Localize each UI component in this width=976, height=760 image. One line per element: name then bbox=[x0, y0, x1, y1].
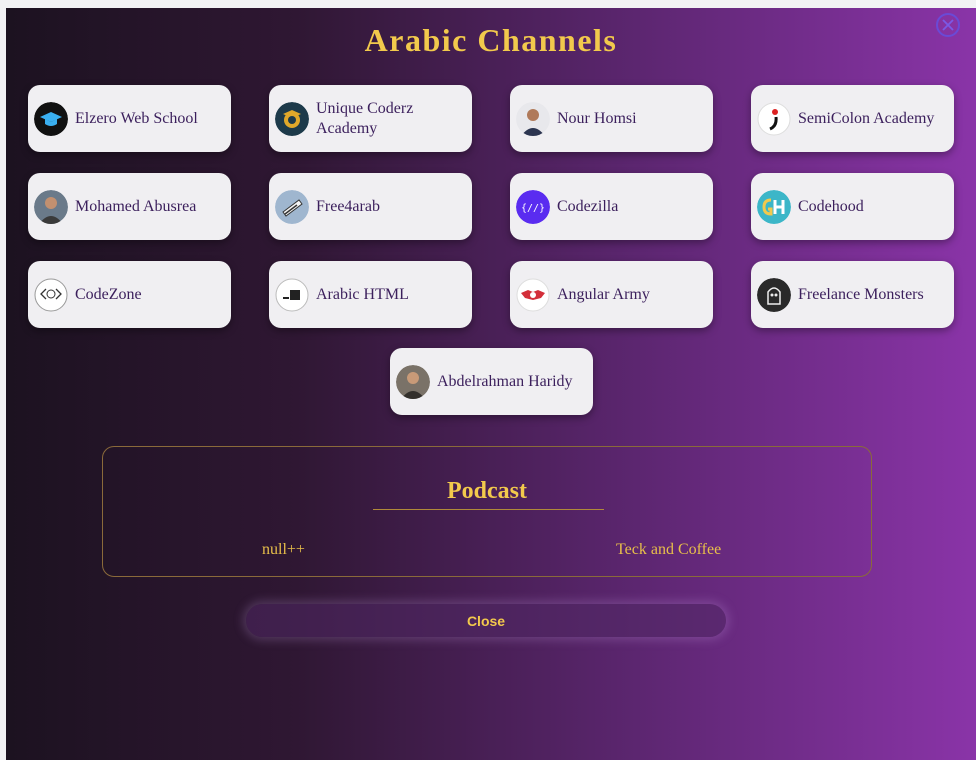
channel-name: Unique Coderz Academy bbox=[316, 99, 414, 137]
channel-name: Mohamed Abusrea bbox=[75, 197, 197, 215]
podcast-link-teck-and-coffee[interactable]: Teck and Coffee bbox=[616, 541, 721, 559]
podcast-section: Podcast null++ Teck and Coffee bbox=[102, 446, 872, 577]
free4arab-logo-icon bbox=[275, 189, 309, 224]
angular-army-logo-icon bbox=[516, 278, 550, 312]
channel-name: SemiColon Academy bbox=[798, 109, 935, 127]
modal-title: Arabic Channels bbox=[364, 22, 618, 58]
channel-name: Nour Homsi bbox=[557, 109, 637, 127]
arabic-html-logo-icon bbox=[275, 278, 309, 312]
channel-card-freelance-monsters[interactable]: Freelance Monsters bbox=[751, 261, 954, 328]
channel-card-semicolon-academy[interactable]: SemiColon Academy bbox=[751, 85, 954, 152]
channel-name: Arabic HTML bbox=[316, 285, 409, 303]
channel-card-codezone[interactable]: CodeZone bbox=[28, 261, 231, 328]
channel-card-nour-homsi[interactable]: Nour Homsi bbox=[510, 85, 713, 152]
channel-card-angular-army[interactable]: Angular Army bbox=[510, 261, 713, 328]
channel-card-elzero[interactable]: Elzero Web School bbox=[28, 85, 231, 152]
channel-name: CodeZone bbox=[75, 285, 142, 303]
channel-card-mohamed-abusrea[interactable]: Mohamed Abusrea bbox=[28, 173, 231, 240]
academy-logo-icon bbox=[275, 101, 309, 136]
monster-logo-icon bbox=[757, 277, 791, 312]
channel-name: Freelance Monsters bbox=[798, 285, 924, 303]
podcast-title: Podcast bbox=[447, 478, 527, 504]
graduation-cap-icon bbox=[34, 101, 68, 136]
code-brackets-icon: {//} bbox=[516, 189, 550, 224]
channel-card-abdelrahman-haridy[interactable]: Abdelrahman Haridy bbox=[390, 348, 593, 415]
codezone-logo-icon bbox=[34, 278, 68, 312]
close-button[interactable]: Close bbox=[246, 604, 726, 637]
channel-card-free4arab[interactable]: Free4arab bbox=[269, 173, 472, 240]
channel-name: Codezilla bbox=[557, 197, 619, 215]
channel-name: Angular Army bbox=[557, 285, 650, 303]
codehood-logo-icon bbox=[757, 189, 791, 224]
channel-grid: Elzero Web School Unique Coderz Academy … bbox=[28, 85, 956, 328]
divider bbox=[373, 509, 604, 510]
podcast-link-null-plus-plus[interactable]: null++ bbox=[262, 541, 305, 559]
channel-name: Abdelrahman Haridy bbox=[437, 372, 573, 390]
channel-card-codezilla[interactable]: {//} Codezilla bbox=[510, 173, 713, 240]
avatar bbox=[34, 189, 68, 224]
channel-card-codehood[interactable]: Codehood bbox=[751, 173, 954, 240]
avatar bbox=[516, 101, 550, 136]
svg-text:{//}: {//} bbox=[521, 203, 545, 214]
avatar bbox=[396, 364, 430, 399]
channel-name: Elzero Web School bbox=[75, 109, 198, 127]
channel-name: Codehood bbox=[798, 197, 864, 215]
channel-name: Free4arab bbox=[316, 197, 380, 215]
semicolon-logo-icon bbox=[757, 102, 791, 136]
channel-card-unique-coderz[interactable]: Unique Coderz Academy bbox=[269, 85, 472, 152]
arabic-channels-modal: Arabic Channels Elzero Web School Unique… bbox=[6, 8, 976, 760]
channel-card-arabic-html[interactable]: Arabic HTML bbox=[269, 261, 472, 328]
